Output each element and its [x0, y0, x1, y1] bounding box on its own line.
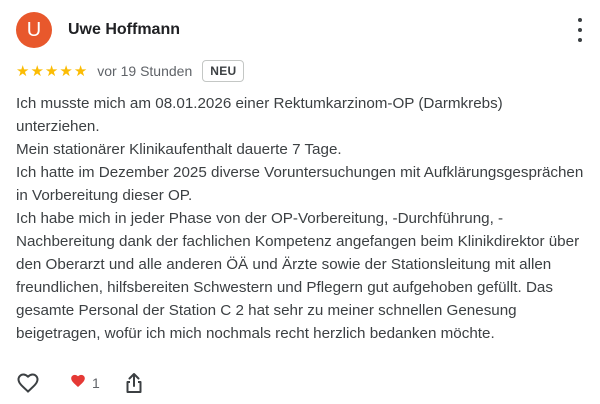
review-text: Ich musste mich am 08.01.2026 einer Rekt… [16, 92, 588, 345]
review-paragraph: Ich hatte im Dezember 2025 diverse Vorun… [16, 164, 584, 204]
review-paragraph: Mein stationärer Klinikaufenthalt dauert… [16, 141, 342, 158]
review-meta: ★ ★ ★ ★ ★ vor 19 Stunden NEU [16, 60, 245, 82]
star-icon: ★ [44, 62, 59, 80]
share-icon[interactable] [122, 371, 146, 395]
red-heart-icon [70, 373, 86, 394]
reaction-button[interactable]: 1 [70, 373, 100, 394]
heart-outline-icon[interactable] [16, 371, 40, 395]
review-paragraph: Ich habe mich in jeder Phase von der OP-… [16, 210, 580, 342]
star-icon: ★ [59, 62, 73, 80]
review-paragraph: Ich musste mich am 08.01.2026 einer Rekt… [16, 95, 503, 135]
review-actions: 1 [16, 371, 146, 395]
star-icon: ★ [30, 62, 44, 80]
new-badge: NEU [202, 60, 245, 82]
author-name[interactable]: Uwe Hoffmann [68, 21, 180, 39]
reaction-count: 1 [92, 375, 100, 391]
avatar[interactable]: U [16, 12, 52, 48]
avatar-initial: U [26, 19, 42, 41]
star-icon: ★ [16, 62, 30, 80]
more-options-icon[interactable] [574, 16, 586, 44]
star-rating: ★ ★ ★ ★ ★ [16, 64, 87, 79]
review-header: U Uwe Hoffmann [16, 12, 586, 48]
review-time: vor 19 Stunden [97, 63, 193, 79]
star-icon: ★ [73, 62, 88, 80]
